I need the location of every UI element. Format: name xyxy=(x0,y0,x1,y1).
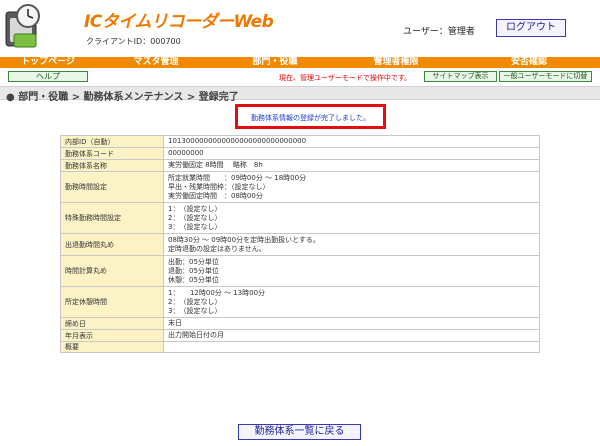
field-value: 00000000 xyxy=(163,147,540,160)
field-value-line: 1： （設定なし） xyxy=(168,204,222,213)
app-title: ICタイムリコーダーWeb xyxy=(84,12,274,32)
table-row: 出退勤時間丸め 08時30分 ～ 09時00分を定時出勤扱いとする。 定時退勤の設定… xyxy=(60,233,540,256)
detail-table-body: 内部ID（自動） 1013000000000000000000000000000 勤… xyxy=(60,135,540,353)
field-label: 内部ID（自動） xyxy=(60,135,164,148)
breadcrumb: ● 部門・役職 > 勤務体系メンテナンス > 登録完了 xyxy=(6,88,239,103)
field-label: 時間計算丸め xyxy=(60,255,164,287)
field-value-line: 1： 12時00分 ～ 13時00分 xyxy=(168,288,266,297)
field-value-line: 所定就業時間 ：09時00分 ～ 18時00分 xyxy=(168,173,307,182)
app-logo-icon xyxy=(4,2,46,50)
completion-message-box: 勤務体系情報の登録が完了しました。 xyxy=(235,104,386,129)
table-row: 時間計算丸め 出勤：05分単位 退勤：05分単位 休憩：05分単位 xyxy=(60,255,540,287)
field-value-line: 出勤：05分単位 xyxy=(168,257,219,266)
header: ICタイムリコーダーWeb クライアントID：000700 ユーザー：管理者 ロ… xyxy=(0,0,600,56)
help-button[interactable]: ヘルプ xyxy=(8,71,88,82)
field-value-line: 2： （設定なし） xyxy=(168,297,222,306)
field-value-line: 00000000 xyxy=(168,149,204,157)
field-value: 1： （設定なし） 2： （設定なし） 3： （設定なし） xyxy=(163,202,540,234)
breadcrumb-text: 部門・役職 > 勤務体系メンテナンス > 登録完了 xyxy=(18,92,239,103)
field-value: 末日 xyxy=(163,317,540,330)
field-label: 勤務時間設定 xyxy=(60,171,164,203)
back-to-list-button[interactable]: 勤務体系一覧に戻る xyxy=(238,424,361,440)
user-label: ユーザー：管理者 xyxy=(403,27,475,37)
field-label: 勤務体系コード xyxy=(60,147,164,160)
field-value-line: 3： （設定なし） xyxy=(168,222,222,231)
table-row: 内部ID（自動） 1013000000000000000000000000000 xyxy=(60,135,540,148)
field-value: 08時30分 ～ 09時00分を定時出勤扱いとする。 定時退勤の設定はありません。 xyxy=(163,233,540,256)
field-label: 特殊勤務時間設定 xyxy=(60,202,164,234)
table-row: 年月表示 出力開始日付の月 xyxy=(60,329,540,342)
field-value-line: 定時退勤の設定はありません。 xyxy=(168,244,266,253)
table-row: 所定休憩時間 1： 12時00分 ～ 13時00分 2： （設定なし） 3： （設定な… xyxy=(60,286,540,318)
field-value-line: 実労働固定 8時間 略称 8h xyxy=(168,161,263,169)
table-row: 勤務時間設定 所定就業時間 ：09時00分 ～ 18時00分 早出・残業時間枠：（設… xyxy=(60,171,540,203)
table-row: 締め日 末日 xyxy=(60,317,540,330)
field-value-line: 末日 xyxy=(168,319,182,327)
field-value-line: 早出・残業時間枠：（設定なし） xyxy=(168,182,270,191)
field-value-line: 08時30分 ～ 09時00分を定時出勤扱いとする。 xyxy=(168,235,320,244)
field-value-line: 退勤：05分単位 xyxy=(168,266,219,275)
field-value: 出勤：05分単位 退勤：05分単位 休憩：05分単位 xyxy=(163,255,540,287)
field-value: 1013000000000000000000000000000 xyxy=(163,135,540,148)
field-value-line: 出力開始日付の月 xyxy=(168,331,224,339)
table-row: 概要 xyxy=(60,341,540,353)
table-row: 特殊勤務時間設定 1： （設定なし） 2： （設定なし） 3： （設定なし） xyxy=(60,202,540,234)
logout-button[interactable]: ログアウト xyxy=(496,19,566,37)
nav-item-admin-rights[interactable]: 管理者権限 xyxy=(334,57,458,68)
field-label: 概要 xyxy=(60,341,164,353)
field-value: 出力開始日付の月 xyxy=(163,329,540,342)
nav-item-dept-position[interactable]: 部門・役職 xyxy=(216,57,334,68)
sitemap-button[interactable]: サイトマップ表示 xyxy=(424,71,497,82)
nav-item-safety-check[interactable]: 安否確認 xyxy=(458,57,600,68)
table-row: 勤務体系コード 00000000 xyxy=(60,147,540,160)
field-value-line: 1013000000000000000000000000000 xyxy=(168,137,307,145)
nav-item-top-page[interactable]: トップページ xyxy=(0,57,96,68)
field-label: 所定休憩時間 xyxy=(60,286,164,318)
field-value xyxy=(163,341,540,353)
field-label: 年月表示 xyxy=(60,329,164,342)
mode-status-text: 現在、管理ユーザーモードで操作中です。 xyxy=(279,74,412,82)
completion-message: 勤務体系情報の登録が完了しました。 xyxy=(251,114,370,122)
field-value-line: 3： （設定なし） xyxy=(168,306,222,315)
field-value: 所定就業時間 ：09時00分 ～ 18時00分 早出・残業時間枠：（設定なし） 実労… xyxy=(163,171,540,203)
field-label: 勤務体系名称 xyxy=(60,159,164,172)
switch-normal-mode-button[interactable]: 一般ユーザーモードに切替 xyxy=(499,71,592,82)
field-value-line: 2： （設定なし） xyxy=(168,213,222,222)
work-schedule-detail-table: 内部ID（自動） 1013000000000000000000000000000 勤… xyxy=(60,135,540,353)
table-row: 勤務体系名称 実労働固定 8時間 略称 8h xyxy=(60,159,540,172)
field-label: 締め日 xyxy=(60,317,164,330)
field-value-line: 休憩：05分単位 xyxy=(168,275,219,284)
nav-item-master[interactable]: マスタ管理 xyxy=(96,57,216,68)
field-label: 出退勤時間丸め xyxy=(60,233,164,256)
field-value-line: 実労働固定時間 ：08時00分 xyxy=(168,191,263,200)
field-value: 1： 12時00分 ～ 13時00分 2： （設定なし） 3： （設定なし） xyxy=(163,286,540,318)
bullet-icon: ● xyxy=(6,92,19,103)
client-id: クライアントID：000700 xyxy=(86,37,181,46)
field-value: 実労働固定 8時間 略称 8h xyxy=(163,159,540,172)
main-nav: トップページ マスタ管理 部門・役職 管理者権限 安否確認 xyxy=(0,57,600,68)
